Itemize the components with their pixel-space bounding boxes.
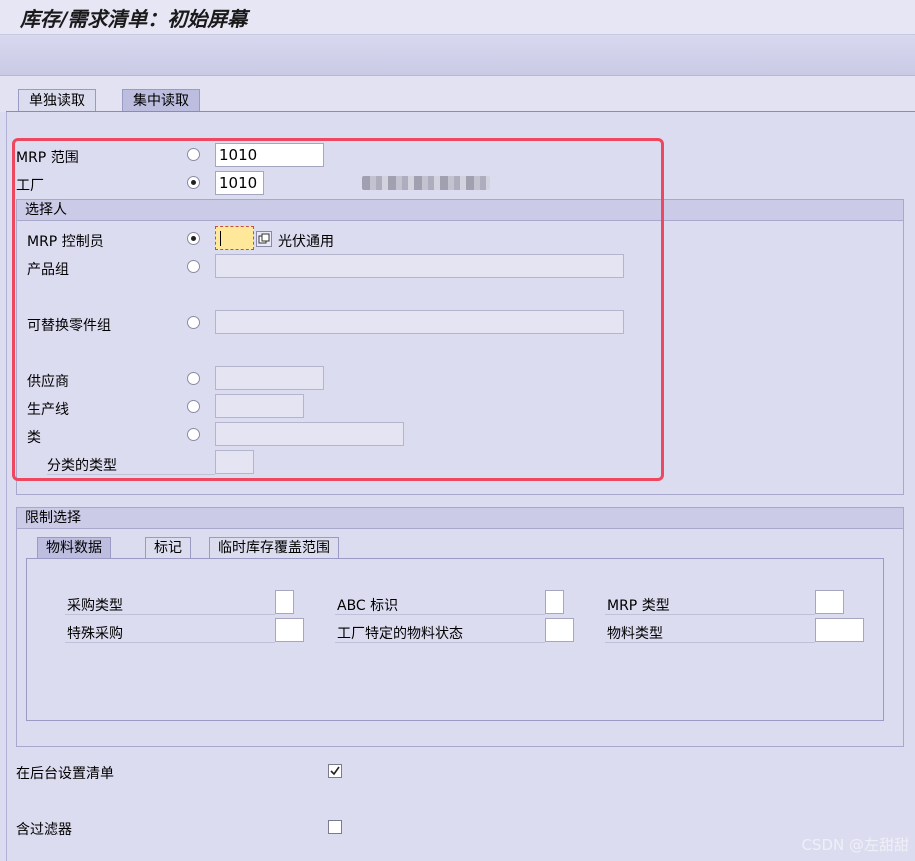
subtab-material-data[interactable]: 物料数据	[37, 537, 111, 559]
subtab-temporary-stock-coverage[interactable]: 临时库存覆盖范围	[209, 537, 339, 559]
tab-single-read[interactable]: 单独读取	[18, 89, 96, 112]
material-type-label: 物料类型	[607, 626, 663, 642]
mrp-type-underline	[605, 614, 815, 615]
plant-specific-status-underline	[335, 642, 545, 643]
material-type-input[interactable]	[815, 618, 864, 642]
procurement-type-label: 采购类型	[67, 598, 123, 614]
abc-indicator-input[interactable]	[545, 590, 564, 614]
plant-specific-status-label: 工厂特定的物料状态	[337, 626, 463, 642]
material-type-underline	[605, 642, 815, 643]
special-procurement-underline	[65, 642, 275, 643]
tab-collective-read[interactable]: 集中读取	[122, 89, 200, 113]
restriction-group-title: 限制选择	[17, 508, 903, 529]
procurement-type-underline	[65, 614, 275, 615]
mrp-type-input[interactable]	[815, 590, 844, 614]
background-list-checkbox[interactable]	[328, 764, 342, 778]
with-filter-label: 含过滤器	[16, 822, 72, 838]
subtab-flags[interactable]: 标记	[145, 537, 191, 559]
mrp-type-label: MRP 类型	[607, 598, 670, 614]
highlight-box	[12, 138, 664, 481]
background-list-label: 在后台设置清单	[16, 766, 114, 782]
page-title: 库存/需求清单：初始屏幕	[20, 7, 248, 31]
abc-indicator-label: ABC 标识	[337, 598, 399, 614]
title-bar: 库存/需求清单：初始屏幕	[0, 0, 915, 35]
plant-specific-status-input[interactable]	[545, 618, 574, 642]
watermark: CSDN @左甜甜	[801, 836, 909, 854]
special-procurement-label: 特殊采购	[67, 626, 123, 642]
application-toolbar	[0, 35, 915, 76]
special-procurement-input[interactable]	[275, 618, 304, 642]
with-filter-checkbox[interactable]	[328, 820, 342, 834]
checkmark-icon	[330, 766, 340, 776]
abc-indicator-underline	[335, 614, 545, 615]
procurement-type-input[interactable]	[275, 590, 294, 614]
